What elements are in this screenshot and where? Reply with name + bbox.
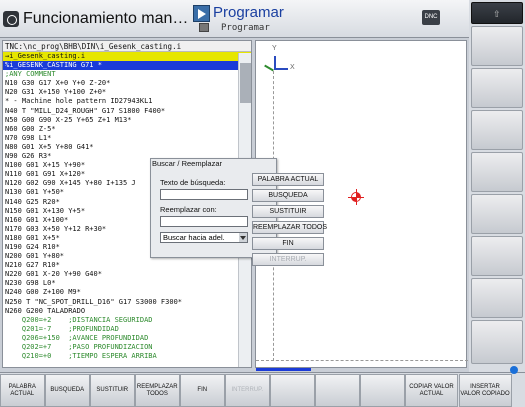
program-line[interactable]: Q210=+0 ;TIEMPO ESPERA ARRIBA	[3, 352, 251, 361]
softkey-0[interactable]: PALABRA ACTUAL	[0, 374, 45, 407]
replace-label: Reemplazar con:	[160, 205, 217, 214]
vertical-softkey-8[interactable]	[471, 320, 523, 364]
vertical-softkey-7[interactable]	[471, 278, 523, 318]
dialog-button-4[interactable]: FIN	[252, 237, 324, 250]
mode-left-label: Funcionamiento man…	[23, 10, 189, 27]
softkey-2[interactable]: SUSTITUIR	[90, 374, 135, 407]
program-line[interactable]: N220 G01 X-20 Y+90 G40*	[3, 270, 251, 279]
x-axis-label: X	[290, 64, 295, 71]
vertical-softkey-0[interactable]: ⇧	[471, 2, 523, 24]
softkey-1[interactable]: BUSQUEDA	[45, 374, 90, 407]
chevron-down-icon	[239, 233, 247, 242]
program-line[interactable]: N230 G98 L0*	[3, 279, 251, 288]
program-line[interactable]: Q206=+150 ;AVANCE PROFUNDIDAD	[3, 334, 251, 343]
datum-target-icon	[348, 189, 364, 205]
scrollbar-thumb[interactable]	[240, 63, 251, 103]
program-line[interactable]: N260 G200 TALADRADO	[3, 307, 251, 316]
softkey-6[interactable]	[270, 374, 315, 407]
program-line[interactable]: N80 G01 X+5 Y+80 G41*	[3, 143, 251, 152]
vertical-softkey-2[interactable]	[471, 68, 523, 108]
program-line[interactable]: * - Machine hole pattern ID27943KL1	[3, 97, 251, 106]
vertical-softkey-3[interactable]	[471, 110, 523, 150]
search-direction-select[interactable]: Buscar hacia adel.	[160, 232, 248, 243]
replace-input[interactable]	[160, 216, 248, 227]
status-dot-icon	[510, 366, 518, 374]
dialog-buttons: PALABRA ACTUAL BUSQUEDA SUSTITUIR REEMPLAZA…	[252, 173, 327, 269]
program-line[interactable]: N50 G00 G90 X-25 Y+65 Z+1 M13*	[3, 116, 251, 125]
search-input[interactable]	[160, 189, 248, 200]
vertical-softkey-5[interactable]	[471, 194, 523, 234]
search-direction-value: Buscar hacia adel.	[163, 233, 225, 242]
header-bar: Funcionamiento man… Programar Programar …	[0, 0, 469, 38]
mode-programming[interactable]: Programar Programar	[193, 3, 285, 35]
search-label: Texto de búsqueda:	[160, 178, 226, 187]
program-line[interactable]: N70 G98 L1*	[3, 134, 251, 143]
dialog-button-2[interactable]: SUSTITUIR	[252, 205, 324, 218]
program-line[interactable]: %i_GESENK_CASTING G71 *	[3, 61, 251, 71]
dnc-icon: DNC	[422, 10, 440, 25]
vertical-softkey-6[interactable]	[471, 236, 523, 276]
softkey-page-indicator	[256, 368, 311, 371]
softkey-7[interactable]	[315, 374, 360, 407]
programming-sub-icon	[199, 23, 209, 32]
horizontal-guide-line	[256, 360, 468, 361]
program-line[interactable]: Q200=+2 ;DISTANCIA SEGURIDAD	[3, 316, 251, 325]
dialog-button-0[interactable]: PALABRA ACTUAL	[252, 173, 324, 186]
mode-right-label: Programar	[213, 4, 284, 21]
softkey-9[interactable]: COPIAR VALOR ACTUAL	[405, 374, 458, 407]
softkey-8[interactable]	[360, 374, 405, 407]
program-line[interactable]: N210 G27 R10*	[3, 261, 251, 270]
mode-manual-operation[interactable]: Funcionamiento man…	[3, 6, 189, 32]
softkey-3[interactable]: REEMPLAZAR TODOS	[135, 374, 180, 407]
program-line[interactable]: ;ANY COMMENT	[3, 70, 251, 79]
dialog-title: Buscar / Reemplazar	[152, 159, 223, 168]
vertical-softkey-bar: ⇧	[469, 0, 525, 372]
program-line[interactable]: N250 T "NC_SPOT_DRILL_D16" G17 S3000 F30…	[3, 298, 251, 307]
program-line[interactable]: N10 G30 G17 X+0 Y+0 Z-20*	[3, 79, 251, 88]
vertical-softkey-1[interactable]	[471, 26, 523, 66]
dialog-button-3[interactable]: REEMPLAZAR TODOS	[252, 221, 327, 234]
shift-icon: ⇧	[493, 9, 501, 19]
program-path: TNC:\nc_prog\BHB\DIN\i_Gesenk_casting.i	[3, 41, 251, 52]
dialog-button-1[interactable]: BUSQUEDA	[252, 189, 324, 202]
horizontal-softkey-bar: PALABRA ACTUAL BUSQUEDA SUSTITUIR REEMPLAZA…	[0, 372, 525, 407]
program-line[interactable]: N40 T "MILL_D24_ROUGH" G17 S1800 F400*	[3, 107, 251, 116]
program-line[interactable]: N20 G31 X+150 Y+100 Z+0*	[3, 88, 251, 97]
vertical-softkey-4[interactable]	[471, 152, 523, 192]
manual-mode-icon	[3, 11, 19, 27]
softkey-5: INTERRUP.	[225, 374, 270, 407]
dialog-button-5: INTERRUP.	[252, 253, 324, 266]
programming-mode-icon	[193, 5, 210, 22]
softkey-4[interactable]: FIN	[180, 374, 225, 407]
softkey-10[interactable]: INSERTAR VALOR COPIADO	[458, 374, 512, 407]
program-file-line[interactable]: →i_Gesenk_casting.i	[3, 52, 251, 62]
mode-right-sublabel: Programar	[221, 23, 270, 33]
program-line[interactable]: N60 G00 Z-5*	[3, 125, 251, 134]
program-line[interactable]: Q202=+7 ;PASO PROFUNDIZACION	[3, 343, 251, 352]
y-axis-label: Y	[272, 45, 277, 52]
program-line[interactable]: N240 G00 Z+100 M9*	[3, 288, 251, 297]
program-line[interactable]: Q201=-7 ;PROFUNDIDAD	[3, 325, 251, 334]
x-axis-indicator	[274, 68, 288, 70]
